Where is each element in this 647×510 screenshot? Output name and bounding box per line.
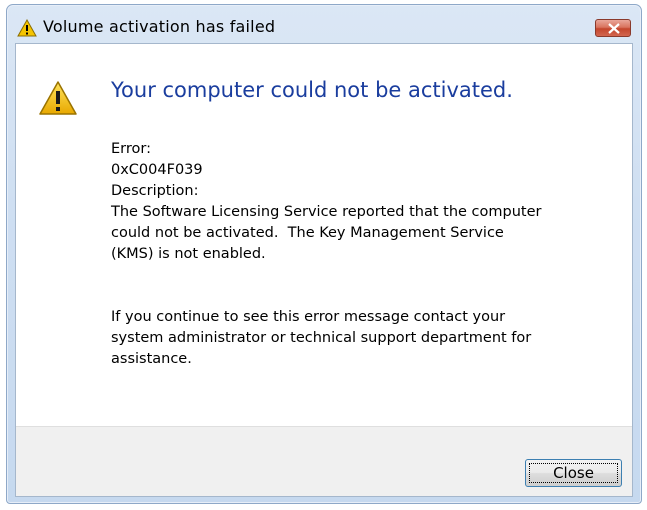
help-line: system administrator or technical suppor… — [111, 330, 532, 346]
window-title: Volume activation has failed — [43, 17, 276, 36]
description-label: Description: — [111, 183, 199, 199]
close-icon — [608, 23, 620, 34]
dialog-client-area: Your computer could not be activated. Er… — [15, 43, 633, 497]
description-line: could not be activated. The Key Manageme… — [111, 225, 504, 241]
close-button-label: Close — [529, 463, 618, 483]
dialog-heading: Your computer could not be activated. — [111, 78, 513, 102]
error-label: Error: — [111, 141, 151, 157]
title-bar[interactable]: Volume activation has failed — [7, 5, 641, 45]
description-line: (KMS) is not enabled. — [111, 246, 266, 262]
close-button[interactable]: Close — [525, 459, 622, 487]
warning-icon — [17, 18, 37, 37]
dialog-message: Error: 0xC004F039 Description: The Softw… — [111, 139, 616, 370]
dialog-content: Your computer could not be activated. Er… — [16, 44, 632, 426]
title-close-button[interactable] — [595, 19, 631, 37]
help-line: assistance. — [111, 351, 192, 367]
warning-icon — [38, 80, 78, 116]
dialog-window: Volume activation has failed Your comput… — [6, 4, 642, 504]
help-line: If you continue to see this error messag… — [111, 309, 506, 325]
description-line: The Software Licensing Service reported … — [111, 204, 542, 220]
error-code: 0xC004F039 — [111, 162, 203, 178]
dialog-footer: Close — [16, 426, 632, 496]
